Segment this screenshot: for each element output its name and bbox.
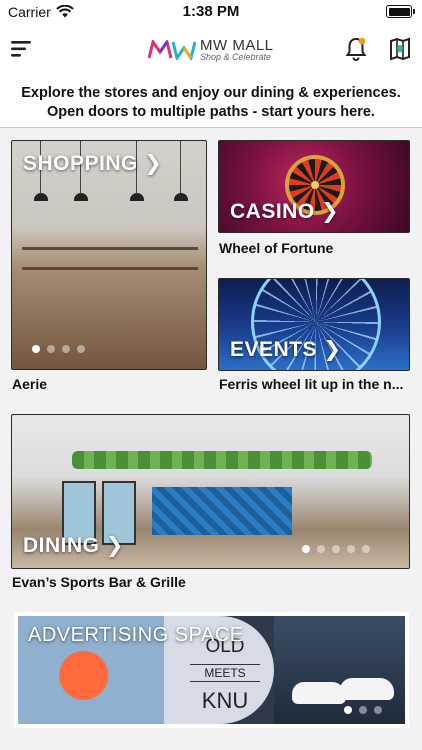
carousel-dot[interactable]	[62, 345, 70, 353]
map-icon[interactable]	[388, 36, 412, 62]
sneaker-image	[340, 678, 394, 700]
mall-logo[interactable]: MW MALL Shop & Celebrate	[148, 38, 274, 62]
casino-caption[interactable]: Wheel of Fortune	[219, 240, 411, 256]
advertising-label: ADVERTISING SPACE	[28, 624, 244, 646]
clock: 1:38 PM	[182, 3, 240, 20]
dining-label: DINING ❯	[23, 534, 124, 557]
carousel-dot[interactable]	[362, 545, 370, 553]
shopping-tile[interactable]: SHOPPING ❯	[11, 140, 207, 370]
carousel-dot[interactable]	[347, 545, 355, 553]
logo-subtitle: Shop & Celebrate	[200, 52, 272, 62]
carousel-dot[interactable]	[47, 345, 55, 353]
carousel-dot[interactable]	[344, 706, 352, 714]
dining-tile[interactable]: DINING ❯	[11, 414, 410, 569]
status-bar: Carrier 1:38 PM	[0, 0, 422, 24]
battery-icon	[386, 5, 415, 18]
sneaker-image	[292, 682, 346, 704]
shopping-label: SHOPPING ❯	[23, 152, 163, 175]
carousel-dot[interactable]	[317, 545, 325, 553]
carousel-dot[interactable]	[374, 706, 382, 714]
events-tile[interactable]: EVENTS ❯	[218, 278, 410, 371]
carousel-dot[interactable]	[332, 545, 340, 553]
bell-icon[interactable]	[344, 36, 368, 62]
lamp-image	[34, 141, 48, 201]
dining-caption[interactable]: Evan’s Sports Bar & Grille	[12, 574, 312, 590]
hanging-plants-image	[72, 451, 372, 469]
hamburger-menu-icon[interactable]	[10, 38, 34, 60]
logo-title: MW MALL	[200, 37, 274, 54]
intro-banner: Explore the stores and enjoy our dining …	[0, 76, 422, 128]
ad-carousel-dots[interactable]	[344, 706, 382, 714]
carousel-dot[interactable]	[359, 706, 367, 714]
lamp-image	[130, 141, 144, 201]
store-counter-image	[22, 247, 198, 250]
nav-bar: MW MALL Shop & Celebrate	[0, 24, 422, 76]
ad-word-knu: KNU	[201, 688, 249, 713]
shopping-caption[interactable]: Aerie	[12, 376, 202, 392]
sneakers-image	[274, 616, 405, 724]
carousel-dot[interactable]	[77, 345, 85, 353]
shopping-carousel-dots[interactable]	[32, 345, 85, 353]
events-label: EVENTS ❯	[230, 338, 342, 361]
logo-mark-icon	[148, 40, 196, 60]
dining-carousel-dots[interactable]	[302, 545, 370, 553]
store-counter-image	[22, 267, 198, 270]
blue-tile-wall-image	[152, 487, 292, 535]
carousel-dot[interactable]	[32, 345, 40, 353]
casino-label: CASINO ❯	[230, 200, 340, 223]
intro-line-1: Explore the stores and enjoy our dining …	[21, 85, 401, 101]
ad-word-meets: MEETS	[190, 664, 260, 682]
lamp-image	[174, 141, 188, 201]
carousel-dot[interactable]	[302, 545, 310, 553]
casino-tile[interactable]: CASINO ❯	[218, 140, 410, 233]
lamp-image	[74, 141, 88, 201]
intro-line-2: Open doors to multiple paths - start you…	[47, 104, 375, 120]
events-caption[interactable]: Ferris wheel lit up in the n...	[219, 376, 411, 392]
advertising-banner[interactable]: OLD MEETS KNU ADVERTISING SPACE	[14, 612, 409, 728]
